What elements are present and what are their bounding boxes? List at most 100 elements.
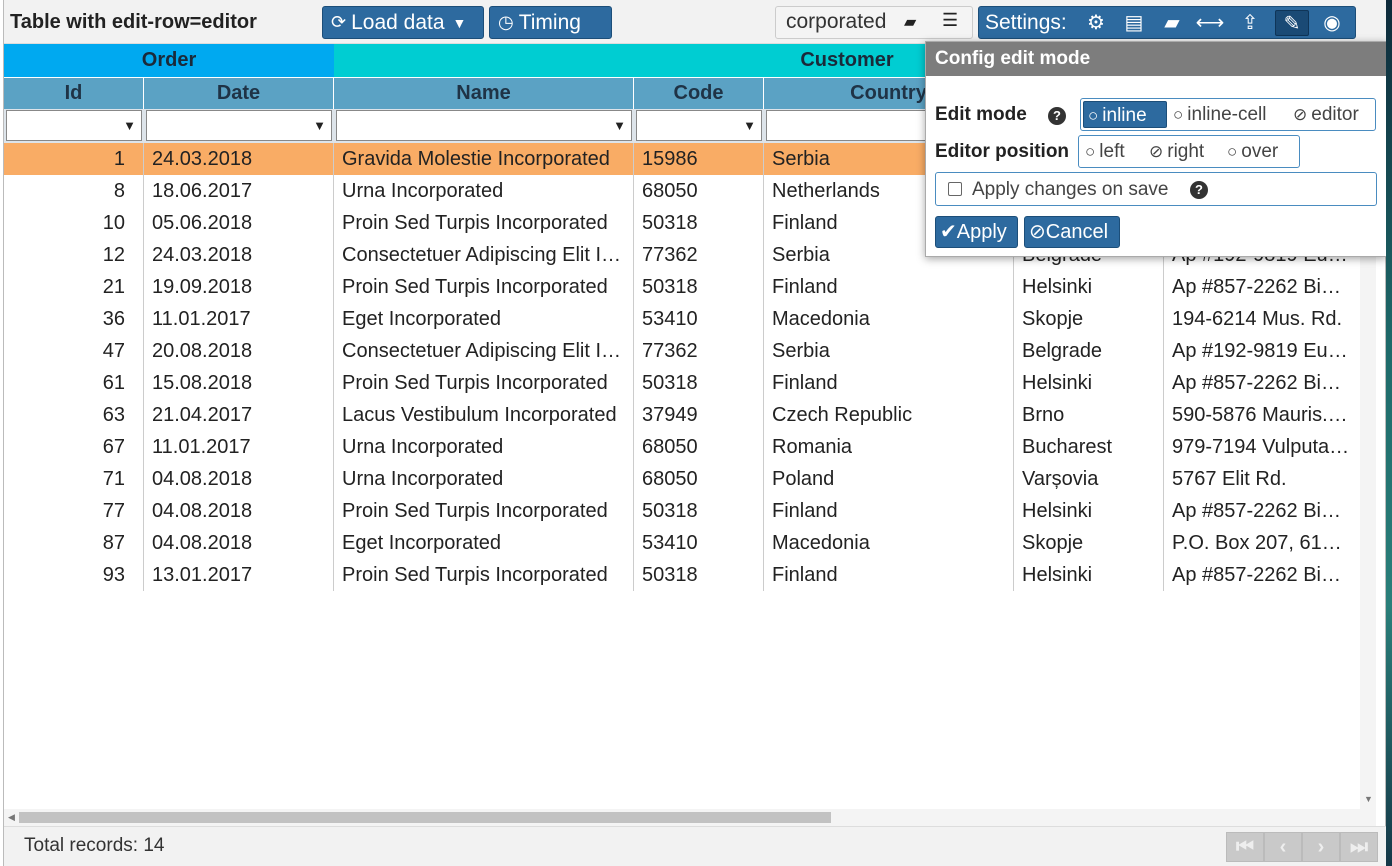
- cell-date: 11.01.2017: [144, 431, 334, 463]
- cell-addr: Ap #857-2262 Bibend: [1172, 372, 1360, 394]
- load-data-label: Load data: [351, 10, 445, 34]
- cell-addr: 590-5876 Mauris. St.: [1172, 404, 1358, 426]
- editor-position-over[interactable]: ○ over: [1223, 138, 1297, 165]
- eraser-settings-icon[interactable]: ▰: [1155, 10, 1189, 36]
- filter-id[interactable]: ▼: [6, 110, 142, 141]
- first-page-icon[interactable]: ⏮: [1226, 832, 1264, 862]
- search-input[interactable]: corporated ▰ ☰: [775, 6, 973, 39]
- cell-name: Proin Sed Turpis Incorporated: [334, 495, 634, 527]
- prev-page-icon[interactable]: ‹: [1264, 832, 1302, 862]
- edit-mode-inline-cell[interactable]: ○ inline-cell: [1169, 101, 1287, 128]
- group-header-order: Order: [4, 44, 334, 77]
- cell-name: Eget Incorporated: [334, 303, 634, 335]
- horizontal-scrollbar[interactable]: ◀: [4, 809, 1376, 826]
- table-row[interactable]: 93 13.01.2017 Proin Sed Turpis Incorporate…: [4, 559, 1360, 591]
- radio-icon: ○: [1227, 142, 1238, 161]
- cell-id: 63: [4, 399, 144, 431]
- column-header-name[interactable]: Name: [334, 78, 634, 109]
- columns-icon[interactable]: ▤: [1117, 10, 1151, 36]
- cell-date: 24.03.2018: [144, 239, 334, 271]
- eye-icon[interactable]: ◉: [1315, 10, 1349, 36]
- upload-icon[interactable]: ⇪: [1233, 10, 1267, 36]
- check-icon: ✔: [940, 221, 957, 243]
- column-header-date[interactable]: Date: [144, 78, 334, 109]
- apply-button[interactable]: ✔Apply: [935, 216, 1018, 248]
- cell-city: Helsinki: [1014, 271, 1164, 303]
- cell-country: Finland: [764, 495, 1014, 527]
- edit-mode-label: Edit mode: [935, 104, 1027, 125]
- chevron-down-icon: ▼: [313, 118, 326, 133]
- cell-code: 50318: [634, 559, 764, 591]
- cell-date: 19.09.2018: [144, 271, 334, 303]
- radio-icon: ○: [1085, 142, 1096, 161]
- popup-title: Config edit mode: [926, 42, 1386, 76]
- cell-addr: Ap #857-2262 Bibend: [1172, 500, 1360, 522]
- editor-position-over-label: over: [1241, 141, 1279, 162]
- next-page-icon[interactable]: ›: [1302, 832, 1340, 862]
- cell-city: Bucharest: [1014, 431, 1164, 463]
- eraser-icon[interactable]: ▰: [904, 12, 916, 32]
- search-options-icon[interactable]: ☰: [942, 10, 958, 31]
- load-data-button[interactable]: ⟳ Load data ▼: [322, 6, 484, 39]
- scroll-left-icon[interactable]: ◀: [8, 812, 15, 823]
- table-row[interactable]: 77 04.08.2018 Proin Sed Turpis Incorporate…: [4, 495, 1360, 527]
- cell-id: 47: [4, 335, 144, 367]
- edit-mode-editor[interactable]: ⊘ editor: [1289, 101, 1375, 128]
- apply-on-save-option[interactable]: Apply changes on save ?: [935, 172, 1377, 206]
- chevron-down-icon: ▼: [613, 118, 626, 133]
- desktop-background: [1386, 0, 1392, 866]
- last-page-icon[interactable]: ⏭: [1340, 832, 1378, 862]
- table-row[interactable]: 36 11.01.2017 Eget Incorporated 53410 Macedo…: [4, 303, 1360, 335]
- cell-code: 53410: [634, 303, 764, 335]
- total-records: Total records: 14: [24, 835, 165, 856]
- filter-name[interactable]: ▼: [336, 110, 632, 141]
- cell-date: 04.08.2018: [144, 495, 334, 527]
- cell-date: 13.01.2017: [144, 559, 334, 591]
- apply-on-save-checkbox[interactable]: [948, 182, 962, 196]
- help-icon[interactable]: ?: [1048, 107, 1066, 125]
- table-row[interactable]: 61 15.08.2018 Proin Sed Turpis Incorporate…: [4, 367, 1360, 399]
- filter-date[interactable]: ▼: [146, 110, 332, 141]
- column-header-id[interactable]: Id: [4, 78, 144, 109]
- filter-code[interactable]: ▼: [636, 110, 762, 141]
- edit-mode-inline[interactable]: ○ inline: [1083, 101, 1167, 128]
- cell-addr: 979-7194 Vulputate, S: [1172, 436, 1360, 458]
- config-edit-mode-popup: Config edit mode Edit mode ? ○ inline ○ in…: [925, 41, 1387, 257]
- cell-date: 05.06.2018: [144, 207, 334, 239]
- caret-down-icon: ▼: [452, 14, 467, 31]
- column-header-code[interactable]: Code: [634, 78, 764, 109]
- gears-icon[interactable]: ⚙: [1079, 10, 1113, 36]
- cell-addr: Ap #857-2262 Bibend: [1172, 276, 1360, 298]
- chevron-down-icon: ▼: [123, 118, 136, 133]
- table-row[interactable]: 87 04.08.2018 Eget Incorporated 53410 Macedo…: [4, 527, 1360, 559]
- editor-position-left[interactable]: ○ left: [1081, 138, 1143, 165]
- cell-addr: Ap #857-2262 Bibend: [1172, 564, 1360, 586]
- cell-id: 67: [4, 431, 144, 463]
- cell-code: 50318: [634, 367, 764, 399]
- app-window: Table with edit-row=editor ⟳ Load data ▼…: [0, 0, 1392, 866]
- table-row[interactable]: 71 04.08.2018 Urna Incorporated 68050 Poland…: [4, 463, 1360, 495]
- horizontal-scroll-thumb[interactable]: [19, 812, 831, 823]
- timing-button[interactable]: ◷ Timing: [489, 6, 612, 39]
- grid-title: Table with edit-row=editor: [10, 11, 257, 33]
- table-row[interactable]: 21 19.09.2018 Proin Sed Turpis Incorporate…: [4, 271, 1360, 303]
- cell-date: 15.08.2018: [144, 367, 334, 399]
- editor-position-group: ○ left ⊘ right ○ over: [1078, 135, 1300, 168]
- cell-country: Poland: [764, 463, 1014, 495]
- help-icon[interactable]: ?: [1190, 181, 1208, 199]
- edit-mode-inline-cell-label: inline-cell: [1187, 104, 1267, 125]
- radio-checked-icon: ⊘: [1293, 105, 1308, 124]
- cell-code: 37949: [634, 399, 764, 431]
- cell-code: 53410: [634, 527, 764, 559]
- edit-icon[interactable]: ✎: [1275, 10, 1309, 36]
- cancel-button[interactable]: ⊘Cancel: [1024, 216, 1120, 248]
- resize-icon[interactable]: ⟷: [1193, 10, 1227, 36]
- table-row[interactable]: 63 21.04.2017 Lacus Vestibulum Incorporate…: [4, 399, 1360, 431]
- editor-position-right[interactable]: ⊘ right: [1145, 138, 1221, 165]
- table-row[interactable]: 67 11.01.2017 Urna Incorporated 68050 Romani…: [4, 431, 1360, 463]
- search-value: corporated: [786, 10, 887, 33]
- cell-addr: Ap #192-9819 Eu, St: [1172, 340, 1358, 362]
- cell-code: 50318: [634, 207, 764, 239]
- table-row[interactable]: 47 20.08.2018 Consectetuer Adipiscing Elit…: [4, 335, 1360, 367]
- scroll-down-icon[interactable]: ▼: [1364, 794, 1373, 804]
